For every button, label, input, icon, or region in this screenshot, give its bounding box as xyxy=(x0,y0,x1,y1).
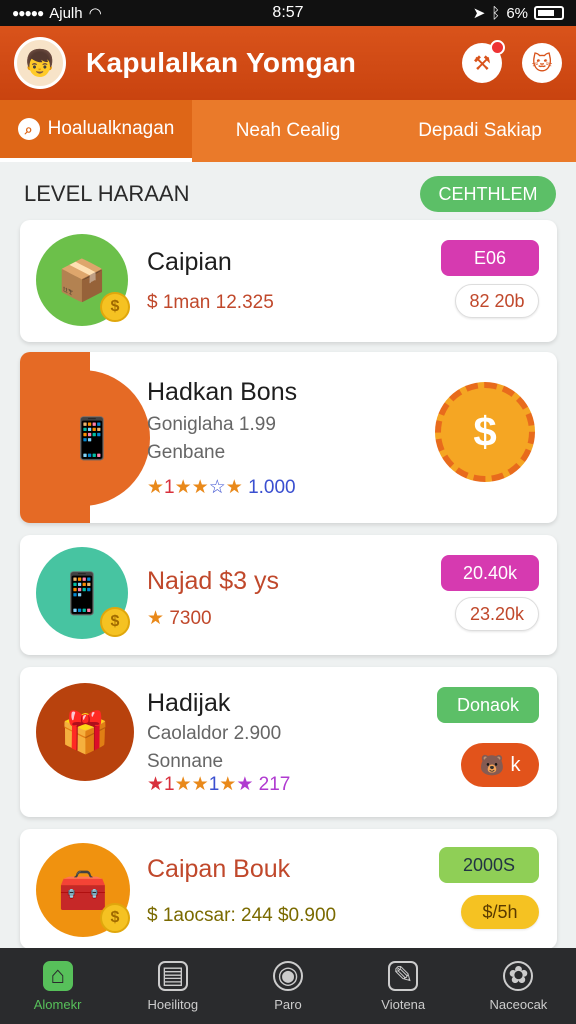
card-subtitle: Goniglaha 1.99 xyxy=(147,414,276,435)
rating-value: 217 xyxy=(258,774,291,795)
card-title: Caipian xyxy=(147,248,232,276)
tab-new[interactable]: Neah Cealig xyxy=(192,100,384,162)
notification-dot xyxy=(490,40,505,55)
tab-label: Neah Cealig xyxy=(235,120,341,141)
nav-history[interactable]: ▤ Hoeilitog xyxy=(115,948,230,1024)
star-icon: ★ xyxy=(147,608,165,629)
card-value[interactable]: $/5h xyxy=(461,895,539,929)
card-value[interactable]: 82 20b xyxy=(455,284,539,318)
card-price: $ 1man 12.325 xyxy=(147,292,274,313)
compass-icon: ◉ xyxy=(273,960,303,991)
edit-icon: ✎ xyxy=(388,960,419,991)
battery-percent: 6% xyxy=(506,4,528,22)
tab-home[interactable]: ⌕ Hoalualknagan xyxy=(0,100,192,162)
bear-badge[interactable]: 🐻 k xyxy=(461,743,539,787)
card-title: Najad $3 ys xyxy=(147,567,280,595)
coin-icon: $ xyxy=(100,292,130,322)
star-icons: ★1★★1★★ xyxy=(147,774,254,795)
status-bar: ●●●●● Ajulh ◠ 8:57 ➤ ᛒ 6% xyxy=(0,0,576,26)
star-icons: ★1★★☆★ xyxy=(147,477,243,498)
tab-label: Depadi Sakiap xyxy=(418,120,542,141)
card-badge: E06 xyxy=(441,240,539,276)
card-value[interactable]: 23.20k xyxy=(455,597,539,631)
home-icon: ⌂ xyxy=(42,960,73,991)
nav-label: Alomekr xyxy=(33,996,82,1012)
reward-card[interactable]: 📱 $ Najad $3 ys ★ 7300 20.40k 23.20k xyxy=(20,535,557,655)
hammer-icon: ⚒ xyxy=(473,52,491,75)
reward-card[interactable]: 📦 $ Caipian $ 1man 12.325 E06 82 20b xyxy=(20,220,557,342)
reward-card[interactable]: 🧰 $ Caipan Bouk $ 1aocsar: 244 $0.900 20… xyxy=(20,829,557,949)
reward-card[interactable]: 📱 Hadkan Bons Goniglaha 1.99 Genbane ★1★… xyxy=(20,352,557,523)
location-icon: ➤ xyxy=(472,5,486,22)
card-subtitle-2: Sonnane xyxy=(147,751,224,772)
app-title: Kapulalkan Yomgan xyxy=(86,47,357,78)
bluetooth-icon: ᛒ xyxy=(491,4,501,22)
nav-more[interactable]: ✿ Naceocak xyxy=(461,948,576,1024)
nav-label: Naceocak xyxy=(489,996,548,1012)
bottom-nav: ⌂ Alomekr ▤ Hoeilitog ◉ Paro ✎ Viotena ✿… xyxy=(0,948,576,1024)
card-badge: 20.40k xyxy=(441,555,539,591)
card-badge: Donaok xyxy=(437,687,539,723)
card-price: $ 1aocsar: 244 $0.900 xyxy=(147,905,337,926)
reward-card[interactable]: 🎁 Hadijak Caolaldor 2.900 Sonnane ★1★★1★… xyxy=(20,667,557,817)
rating-value: 1.000 xyxy=(248,477,296,498)
carrier-name: Ajulh xyxy=(49,4,83,22)
nav-edit[interactable]: ✎ Viotena xyxy=(346,948,461,1024)
card-subtitle-2: Genbane xyxy=(147,442,226,463)
notification-button[interactable]: ⚒ xyxy=(462,40,505,83)
tablet-icon: 📱 xyxy=(34,370,150,506)
nav-label: Paro xyxy=(274,996,302,1012)
tab-deposit[interactable]: Depadi Sakiap xyxy=(384,100,576,162)
profile-button[interactable]: 🐱 xyxy=(522,43,562,83)
nav-label: Viotena xyxy=(381,996,426,1012)
avatar[interactable]: 👦 xyxy=(14,37,66,89)
status-right: ➤ ᛒ 6% xyxy=(473,4,564,22)
gift-icon: 🎁 xyxy=(36,683,134,781)
gold-coin-badge-icon: $ xyxy=(435,382,535,482)
bear-badge-text: k xyxy=(510,753,521,776)
card-title: Hadijak xyxy=(147,689,231,717)
card-subtitle: Caolaldor 2.900 xyxy=(147,723,282,744)
nav-pro[interactable]: ◉ Paro xyxy=(230,948,345,1024)
search-icon: ⌕ xyxy=(17,118,40,140)
card-rating: ★1★★1★★ 217 xyxy=(147,773,290,796)
tab-label: Hoalualknagan xyxy=(47,118,175,139)
battery-icon xyxy=(534,6,564,20)
nav-label: Hoeilitog xyxy=(147,996,199,1012)
section-header: LEVEL HARAAN CEHTHLEM xyxy=(0,162,576,226)
coin-icon: $ xyxy=(100,903,130,933)
card-title: Hadkan Bons xyxy=(147,378,298,406)
section-title: LEVEL HARAAN xyxy=(24,181,190,206)
card-title: Caipan Bouk xyxy=(147,855,291,883)
tab-bar: ⌕ Hoalualknagan Neah Cealig Depadi Sakia… xyxy=(0,100,576,162)
nav-home[interactable]: ⌂ Alomekr xyxy=(0,948,115,1024)
signal-icon: ●●●●● xyxy=(12,6,44,20)
wifi-icon: ◠ xyxy=(88,5,102,22)
section-action-button[interactable]: CEHTHLEM xyxy=(420,176,556,212)
rating-value: 7300 xyxy=(169,608,212,629)
bear-icon: 🐻 xyxy=(479,754,505,777)
app-header: 👦 Kapulalkan Yomgan ⚒ 🐱 xyxy=(0,26,576,100)
status-left: ●●●●● Ajulh ◠ xyxy=(12,4,102,23)
card-rating: ★ 7300 xyxy=(147,607,212,630)
clipboard-icon: ▤ xyxy=(157,960,188,991)
cat-icon: 🐱 xyxy=(531,52,553,75)
flower-icon: ✿ xyxy=(503,960,534,991)
card-badge: 2000S xyxy=(439,847,539,883)
coin-icon: $ xyxy=(100,607,130,637)
card-rating: ★1★★☆★ 1.000 xyxy=(147,476,296,499)
